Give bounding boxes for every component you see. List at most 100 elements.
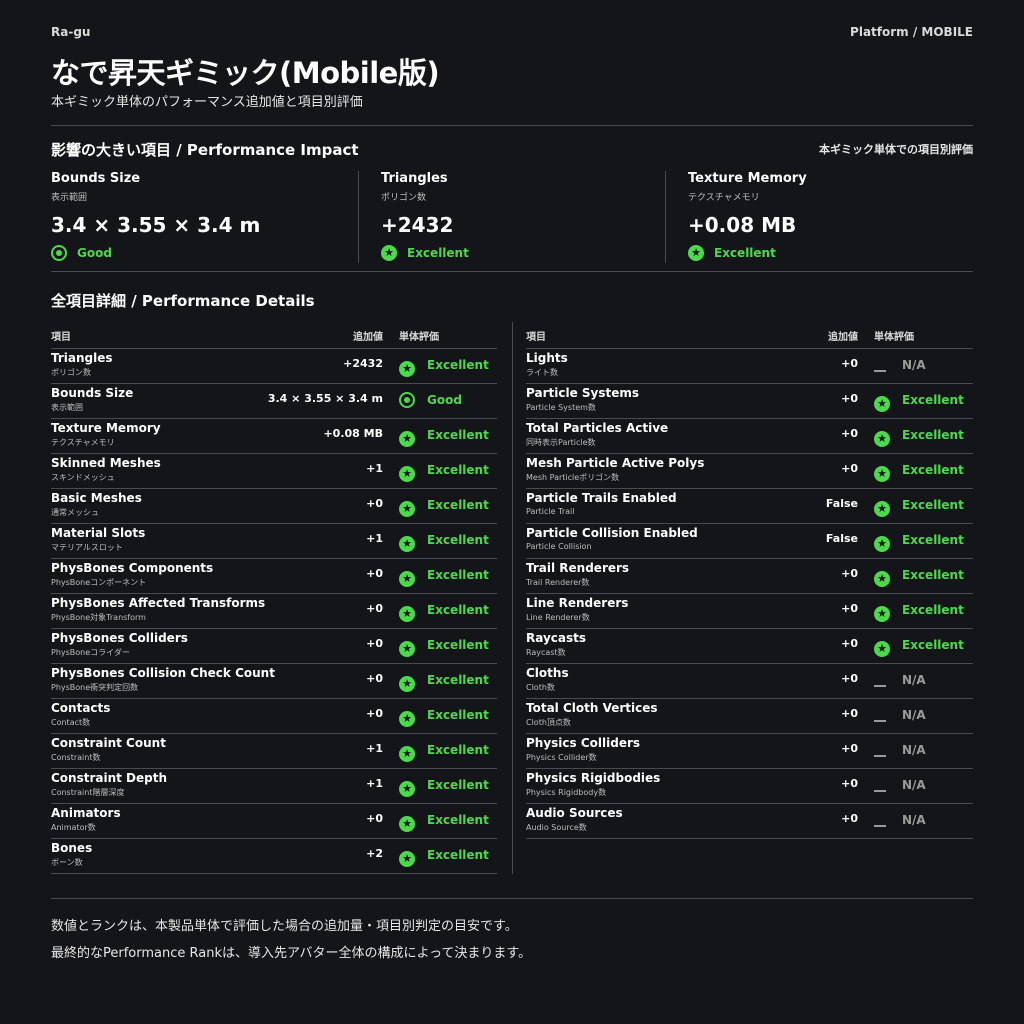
divider [51,898,973,899]
platform-label: Platform / MOBILE [850,25,973,39]
row-rating-icon-slot: ★ [399,602,415,622]
impact-card-rating-label: Excellent [407,246,469,260]
row-value: +1 [366,462,383,475]
row-name: Particle Collision Enabled [526,526,698,540]
table-row: Raycasts Raycast数 +0 ★ Excellent [526,629,973,664]
row-rating-icon-slot: ★ [399,742,415,762]
table-row: Total Particles Active 同時表示Particle数 +0 ★ Ex… [526,419,973,454]
table-row: Contacts Contact数 +0 ★ Excellent [51,699,497,734]
na-dash-icon [874,790,886,792]
row-rating-icon-slot: ★ [874,567,890,587]
row-rating: Excellent [427,708,489,722]
excellent-star-icon: ★ [874,501,890,517]
divider [51,125,973,126]
row-rating-icon-slot: ★ [399,497,415,517]
table-row: PhysBones Affected Transforms PhysBone対象T… [51,594,497,629]
excellent-star-icon: ★ [399,361,415,377]
row-sublabel: PhysBone衝突判定回数 [51,683,139,692]
row-value: +0 [366,637,383,650]
row-rating: Excellent [902,533,964,547]
excellent-star-icon: ★ [399,606,415,622]
row-rating: Excellent [427,778,489,792]
impact-card-sublabel: 表示範囲 [51,193,88,203]
row-name: Cloths [526,666,569,680]
impact-section-title: 影響の大きい項目 / Performance Impact [51,141,359,159]
row-rating: Excellent [902,603,964,617]
good-icon [399,392,415,408]
table-header: 項目 追加値 単体評価 [526,322,973,349]
impact-card-rating-label: Excellent [714,246,776,260]
impact-card-value: 3.4 × 3.55 × 3.4 m [51,213,261,237]
row-rating-icon-slot: ★ [399,357,415,377]
row-sublabel: 同時表示Particle数 [526,438,596,447]
row-rating-icon-slot [399,392,415,408]
table-header: 項目 追加値 単体評価 [51,322,497,349]
row-rating-icon-slot [874,742,890,758]
row-name: Physics Colliders [526,736,641,750]
row-name: PhysBones Colliders [51,631,188,645]
row-value: +0 [841,812,858,825]
excellent-star-icon: ★ [399,676,415,692]
row-name: Physics Rigidbodies [526,771,661,785]
row-rating-icon-slot: ★ [874,462,890,482]
row-value: +0 [366,707,383,720]
row-name: Particle Trails Enabled [526,491,677,505]
row-name: Particle Systems [526,386,640,400]
na-dash-icon [874,825,886,827]
row-sublabel: 表示範囲 [51,403,83,412]
row-rating: Good [427,393,462,407]
excellent-star-icon: ★ [874,571,890,587]
row-value: +0 [366,567,383,580]
row-name: PhysBones Affected Transforms [51,596,266,610]
row-sublabel: Particle Collision [526,542,592,551]
row-rating-icon-slot [874,357,890,373]
page-subtitle: 本ギミック単体のパフォーマンス追加値と項目別評価 [51,95,363,110]
row-rating: Excellent [902,638,964,652]
excellent-star-icon: ★ [399,711,415,727]
impact-section-note: 本ギミック単体での項目別評価 [819,143,973,156]
row-value: False [825,497,858,510]
table-row: PhysBones Collision Check Count PhysBone衝… [51,664,497,699]
row-rating: Excellent [427,673,489,687]
impact-card: Texture Memory テクスチャメモリ +0.08 MB ★ Excellent [688,171,968,263]
row-name: Trail Renderers [526,561,630,575]
row-rating-icon-slot: ★ [399,462,415,482]
row-name: Constraint Depth [51,771,168,785]
details-table-right: 項目 追加値 単体評価 Lights ライト数 +0 N/A Particle Syst… [526,322,973,839]
impact-card-label: Texture Memory [688,171,807,186]
row-rating: N/A [902,358,926,372]
row-name: PhysBones Collision Check Count [51,666,275,680]
row-rating-icon-slot: ★ [399,427,415,447]
row-sublabel: テクスチャメモリ [51,438,115,447]
na-dash-icon [874,755,886,757]
row-rating: Excellent [427,463,489,477]
row-rating-icon-slot [874,777,890,793]
table-row: Bounds Size 表示範囲 3.4 × 3.55 × 3.4 m Good [51,384,497,419]
row-rating: Excellent [902,393,964,407]
row-sublabel: Animator数 [51,823,96,832]
col-item-header: 項目 [526,332,546,343]
impact-card-sublabel: ポリゴン数 [381,193,427,203]
impact-card-value: +2432 [381,213,454,237]
row-rating: Excellent [427,813,489,827]
row-value: +0 [841,567,858,580]
row-value: +0 [841,392,858,405]
row-name: Total Cloth Vertices [526,701,658,715]
excellent-star-icon: ★ [874,466,890,482]
col-rating-header: 単体評価 [874,332,914,343]
row-sublabel: PhysBoneコンポーネント [51,578,147,587]
row-value: +0 [841,637,858,650]
excellent-star-icon: ★ [399,781,415,797]
table-row: Physics Rigidbodies Physics Rigidbody数 +0 N… [526,769,973,804]
row-sublabel: ボーン数 [51,858,83,867]
row-value: False [825,532,858,545]
row-value: +2432 [343,357,383,370]
row-sublabel: ライト数 [526,368,558,377]
column-divider [512,322,513,874]
row-rating: N/A [902,708,926,722]
details-table-left: 項目 追加値 単体評価 Triangles ポリゴン数 +2432 ★ Excellen… [51,322,497,874]
row-rating-icon-slot: ★ [399,532,415,552]
row-sublabel: Physics Rigidbody数 [526,788,607,797]
excellent-star-icon: ★ [399,851,415,867]
table-row: Total Cloth Vertices Cloth頂点数 +0 N/A [526,699,973,734]
